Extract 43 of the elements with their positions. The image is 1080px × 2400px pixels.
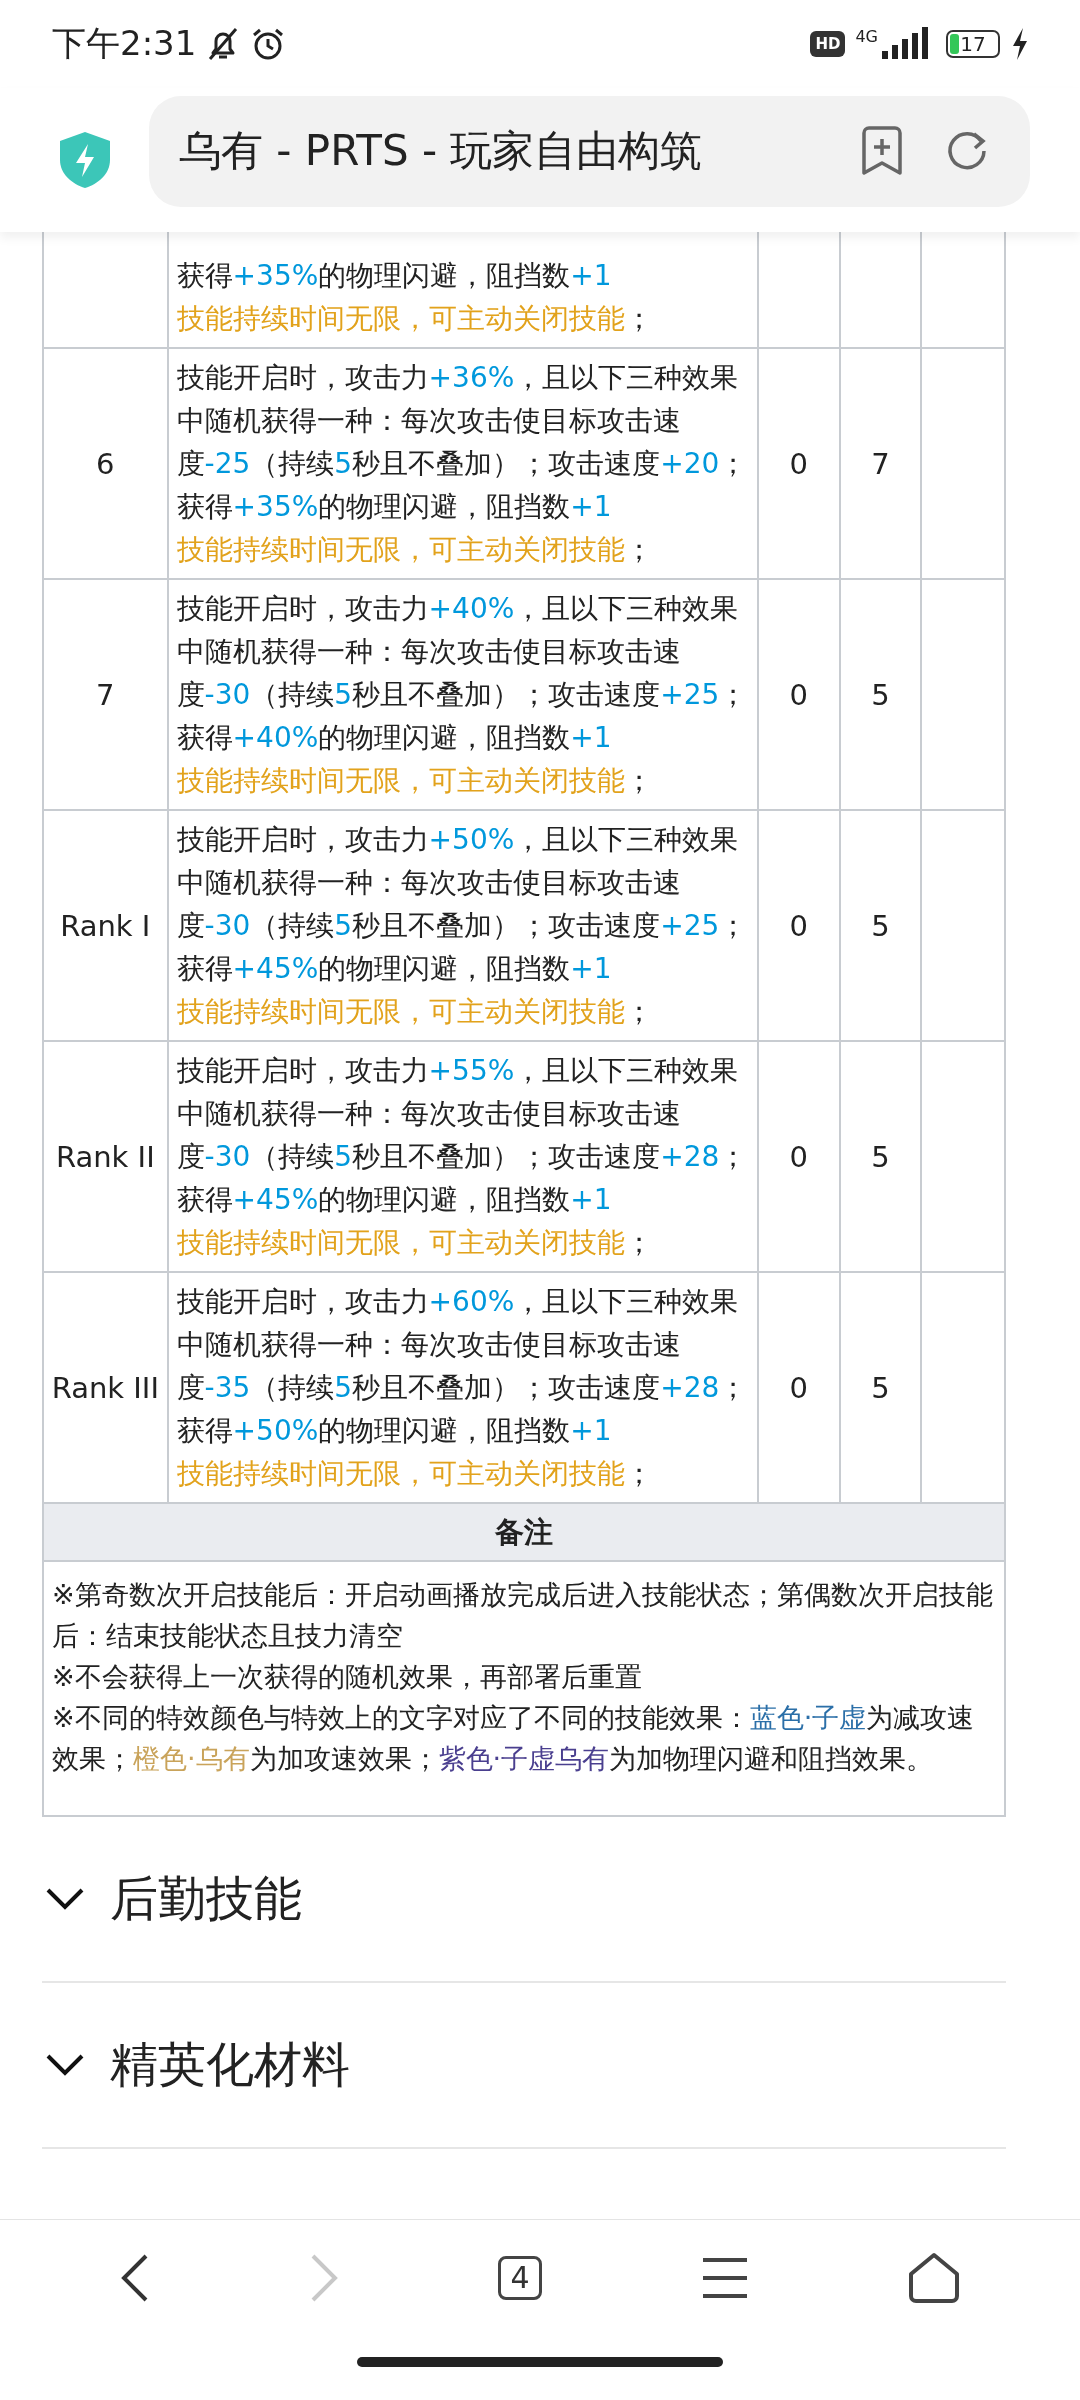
home-icon[interactable] bbox=[908, 2251, 961, 2304]
level-cell: Rank II bbox=[44, 1042, 169, 1271]
shield-bolt-icon bbox=[58, 130, 112, 190]
term-link[interactable]: 紫色·子虚乌有 bbox=[438, 1743, 610, 1774]
remark-text: ※第奇数次开启技能后：开启动画播放完成后进入技能状态；第偶数次开启技能后：结束技能状态且技力清空 bbox=[52, 1578, 994, 1653]
back-icon[interactable] bbox=[119, 2252, 150, 2303]
network-type: 4G bbox=[855, 27, 878, 46]
skill-description: 技能开启时，攻击力+36%，且以下三种效果 中随机获得一种：每次攻击使目标攻击速 度-25（持续5秒且不叠加）；攻击速度+20； 获得+35%的物理闪避，阻挡数+1 技能持续时间无限，可主动关闭技能； bbox=[168, 349, 759, 578]
section-header[interactable]: 精英化材料 bbox=[42, 1983, 1006, 2149]
level-cell: Rank I bbox=[44, 811, 169, 1040]
remark-text: ※不会获得上一次获得的随机效果，再部署后重置 bbox=[52, 1660, 643, 1694]
level-cell: Rank III bbox=[44, 1273, 169, 1502]
table-cell: 0 bbox=[758, 811, 841, 1040]
term-link[interactable]: 蓝色·子虚 bbox=[749, 1702, 867, 1733]
clock-time: 下午2:31 bbox=[52, 22, 197, 65]
level-cell: 7 bbox=[44, 580, 169, 809]
hd-badge: HD bbox=[810, 31, 846, 57]
bookmark-add-icon[interactable] bbox=[860, 125, 904, 177]
skill-description: 技能开启时，攻击力+50%，且以下三种效果 中随机获得一种：每次攻击使目标攻击速 度-30（持续5秒且不叠加）；攻击速度+25； 获得+45%的物理闪避，阻挡数+1 技能持续时间无限，可主动关闭技能； bbox=[168, 811, 759, 1040]
skill-description: 获得+35%的物理闪避，阻挡数+1 技能持续时间无限，可主动关闭技能； bbox=[168, 232, 759, 347]
table-cell: 5 bbox=[840, 1042, 923, 1271]
table-cell: 5 bbox=[840, 1273, 923, 1502]
table-cell: 5 bbox=[840, 580, 923, 809]
skill-description: 技能开启时，攻击力+55%，且以下三种效果 中随机获得一种：每次攻击使目标攻击速 度-30（持续5秒且不叠加）；攻击速度+28； 获得+45%的物理闪避，阻挡数+1 技能持续时间无限，可主动关闭技能； bbox=[168, 1042, 759, 1271]
table-cell: 5 bbox=[840, 811, 923, 1040]
table-cell: 0 bbox=[758, 349, 841, 578]
charging-bolt-icon bbox=[1010, 27, 1030, 61]
tabs-button[interactable]: 4 bbox=[497, 2255, 542, 2300]
address-bar[interactable]: 乌有 - PRTS - 玩家自由构筑 bbox=[149, 95, 1030, 207]
remark-text: ※不同的特效颜色与特效上的文字对应了不同的技能效果：蓝色·子虚为减攻速效果；橙色·乌有为加攻速效果；紫色·子虚乌有为加物理闪避和阻挡效果。 bbox=[52, 1701, 976, 1776]
menu-icon[interactable] bbox=[701, 2255, 750, 2300]
chevron-down-icon bbox=[46, 1888, 84, 1910]
table-cell: 0 bbox=[758, 580, 841, 809]
chevron-down-icon bbox=[46, 2054, 84, 2076]
level-cell: 6 bbox=[44, 349, 169, 578]
battery-icon: 17 bbox=[946, 30, 1000, 58]
remarks-heading: 备注 bbox=[44, 1504, 1004, 1562]
skill-description: 技能开启时，攻击力+40%，且以下三种效果 中随机获得一种：每次攻击使目标攻击速 度-30（持续5秒且不叠加）；攻击速度+25； 获得+40%的物理闪避，阻挡数+1 技能持续时间无限，可主动关闭技能； bbox=[168, 580, 759, 809]
table-cell: 7 bbox=[840, 349, 923, 578]
section-header[interactable]: 后勤技能 bbox=[42, 1817, 1006, 1983]
table-cell: 0 bbox=[758, 1042, 841, 1271]
table-cell: 0 bbox=[758, 1273, 841, 1502]
skill-description: 技能开启时，攻击力+60%，且以下三种效果 中随机获得一种：每次攻击使目标攻击速 度-35（持续5秒且不叠加）；攻击速度+28； 获得+50%的物理闪避，阻挡数+1 技能持续时间无限，可主动关闭技能； bbox=[168, 1273, 759, 1502]
